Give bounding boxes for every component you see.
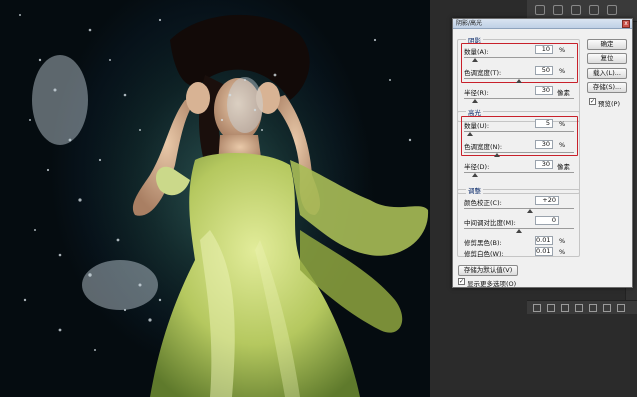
highlight-tone-slider[interactable] — [464, 152, 574, 153]
slider-thumb[interactable] — [527, 209, 533, 213]
slider-thumb[interactable] — [516, 229, 522, 233]
color-correction-label: 颜色校正(C): — [464, 199, 502, 207]
slider-thumb[interactable] — [466, 132, 473, 136]
shadow-amount-label: 数量(A): — [464, 48, 489, 56]
dialog-title: 阴影/高光 — [453, 19, 632, 29]
shadow-amount-slider[interactable] — [464, 57, 574, 58]
shadow-radius-label: 半径(R): — [464, 89, 489, 97]
clip-black-unit: % — [559, 237, 566, 245]
more-options-checkbox[interactable]: ✓ — [458, 278, 465, 285]
layer-icon[interactable] — [535, 5, 545, 15]
clip-black-label: 修剪黑色(B): — [464, 239, 502, 247]
slider-thumb[interactable] — [494, 153, 500, 157]
midtone-contrast-field[interactable]: 0 — [535, 216, 559, 225]
more-options-label: 显示更多选项(O) — [467, 280, 517, 288]
photo-canvas[interactable] — [0, 0, 430, 397]
link-icon[interactable] — [533, 304, 541, 312]
shadow-amount-field[interactable]: 10 — [535, 45, 553, 54]
slider-thumb[interactable] — [472, 99, 478, 103]
highlight-amount-unit: % — [559, 120, 566, 128]
highlight-amount-slider[interactable] — [464, 131, 574, 132]
mask-icon[interactable] — [553, 5, 563, 15]
preview-checkbox[interactable]: ✓ — [589, 98, 596, 105]
shadow-radius-slider[interactable] — [464, 98, 574, 99]
midtone-contrast-label: 中间调对比度(M): — [464, 219, 516, 227]
close-button[interactable]: x — [622, 20, 630, 28]
new-layer-icon[interactable] — [603, 304, 611, 312]
folder-icon[interactable] — [607, 5, 617, 15]
text-icon[interactable] — [571, 5, 581, 15]
shadow-radius-unit: 像素 — [557, 89, 570, 97]
load-button[interactable]: 载入(L)... — [587, 68, 627, 79]
ok-button[interactable]: 确定 — [587, 39, 627, 50]
adjustment-icon[interactable] — [575, 304, 583, 312]
adjustments-group-label: 调整 — [466, 185, 483, 195]
trash-icon[interactable] — [617, 304, 625, 312]
highlight-tone-field[interactable]: 30 — [535, 140, 553, 149]
save-as-default-button[interactable]: 存储为默认值(V) — [458, 265, 518, 276]
color-correction-slider[interactable] — [464, 208, 574, 209]
clip-white-unit: % — [559, 248, 566, 256]
highlight-tone-label: 色调宽度(N): — [464, 143, 503, 151]
folder-icon[interactable] — [589, 304, 597, 312]
clip-white-label: 修剪白色(W): — [464, 250, 504, 258]
shadow-tone-field[interactable]: 50 — [535, 66, 553, 75]
layers-panel-footer — [527, 300, 637, 314]
highlight-radius-label: 半径(D): — [464, 163, 490, 171]
shadow-tone-unit: % — [559, 67, 566, 75]
clip-white-field[interactable]: 0.01 — [535, 247, 553, 256]
shadow-tone-label: 色调宽度(T): — [464, 69, 502, 77]
highlight-radius-field[interactable]: 30 — [535, 160, 553, 169]
shadow-radius-field[interactable]: 30 — [535, 86, 553, 95]
preview-label: 预览(P) — [598, 100, 620, 108]
color-correction-field[interactable]: +20 — [535, 196, 559, 205]
reset-button[interactable]: 复位 — [587, 53, 627, 64]
shadow-amount-unit: % — [559, 46, 566, 54]
highlight-amount-field[interactable]: 5 — [535, 119, 553, 128]
fx-icon[interactable] — [547, 304, 555, 312]
highlight-radius-unit: 像素 — [557, 163, 570, 171]
slider-thumb[interactable] — [516, 79, 522, 83]
shadows-highlights-dialog: 阴影/高光 x 阴影 数量(A): 10 % 色调宽度(T): 50 % 半径(… — [452, 18, 633, 288]
slider-thumb[interactable] — [472, 173, 478, 177]
clip-black-field[interactable]: 0.01 — [535, 236, 553, 245]
adjustment-icon[interactable] — [589, 5, 599, 15]
mask-icon[interactable] — [561, 304, 569, 312]
highlight-tone-unit: % — [559, 141, 566, 149]
highlight-amount-label: 数量(U): — [464, 122, 490, 130]
slider-thumb[interactable] — [472, 58, 478, 62]
save-button[interactable]: 存储(S)... — [587, 82, 627, 93]
underwater-photo — [19, 14, 429, 397]
highlight-radius-slider[interactable] — [464, 172, 574, 173]
